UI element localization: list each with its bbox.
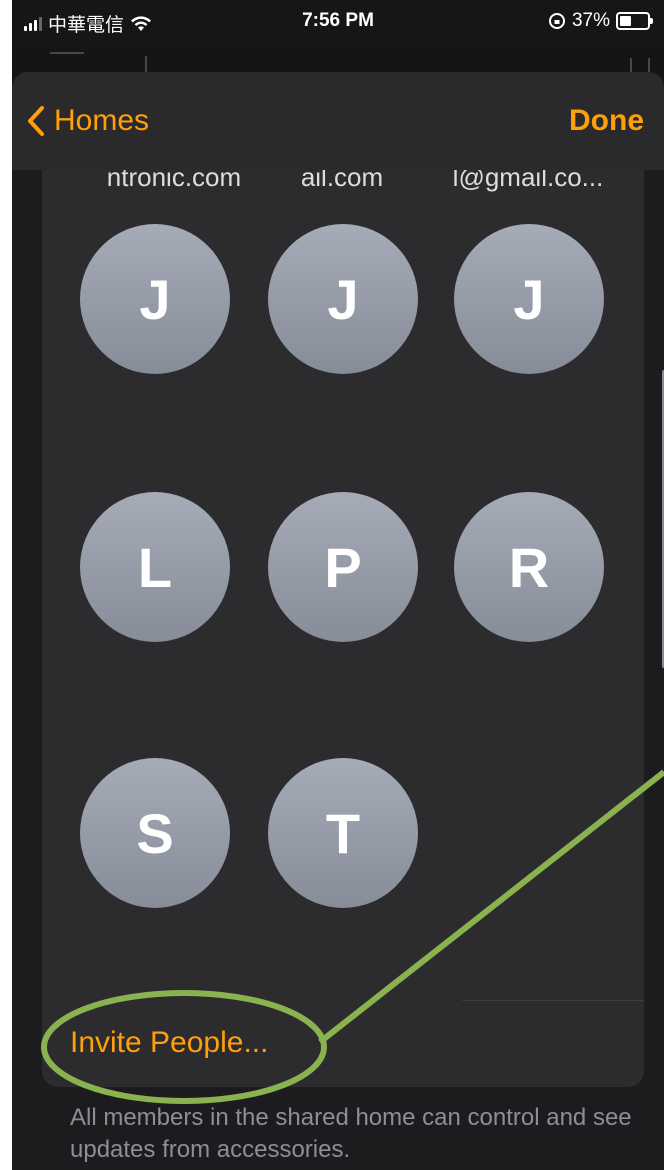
members-sheet: Homes Done ntronic.com ail.com l@gmail.c… [12, 72, 664, 1170]
orientation-lock-icon [548, 13, 565, 29]
nav-bar: Homes Done [12, 72, 664, 170]
member-emails: ntronic.com ail.com l@gmail.co... [42, 170, 644, 196]
member-avatar[interactable]: J [454, 224, 604, 374]
battery-percent: 37% [571, 10, 610, 31]
member-avatar[interactable]: L [80, 492, 230, 642]
member-email: l@gmail.co... [452, 170, 604, 192]
status-right: 37% [548, 10, 653, 32]
footer-note: All members in the shared home can contr… [70, 1104, 632, 1163]
member-email: ail.com [300, 170, 384, 192]
battery-icon [616, 12, 653, 30]
done-button[interactable]: Done [569, 104, 644, 138]
member-avatar[interactable]: J [268, 224, 418, 374]
member-avatar[interactable]: P [268, 492, 418, 642]
left-edge [0, 0, 12, 1170]
activity-icon [630, 58, 650, 72]
invite-people-button[interactable]: Invite People... [70, 1026, 268, 1060]
member-avatar[interactable]: J [80, 224, 230, 374]
chevron-left-icon [28, 106, 44, 136]
phone-screen: 中華電信 7:56 PM 37% Homes Done ntronic.com … [12, 0, 664, 1170]
divider [462, 1000, 644, 1001]
member-email: ntronic.com [106, 170, 242, 192]
back-label: Homes [54, 104, 150, 137]
status-bar: 中華電信 7:56 PM 37% [12, 0, 664, 44]
back-button[interactable]: Homes [26, 104, 149, 138]
member-avatar[interactable]: S [80, 758, 230, 908]
members-card: ntronic.com ail.com l@gmail.co... J J J … [42, 170, 644, 1087]
home-icon [50, 52, 84, 74]
member-avatar[interactable]: R [454, 492, 604, 642]
member-avatar[interactable]: T [268, 758, 418, 908]
divider-icon [145, 56, 147, 72]
